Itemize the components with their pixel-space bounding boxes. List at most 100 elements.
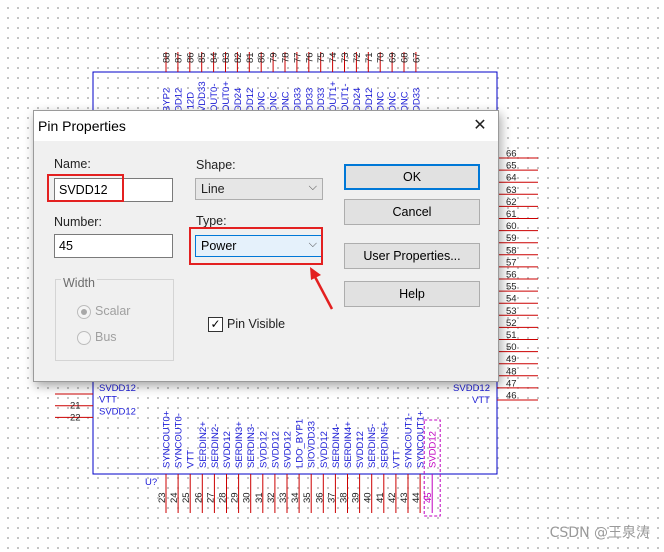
pin-number: 36 — [314, 492, 325, 503]
ok-button[interactable]: OK — [344, 164, 480, 190]
pin-number: 82 — [233, 52, 244, 63]
pin-name: DD12 — [245, 88, 256, 112]
pin-number: 77 — [292, 52, 303, 63]
pin-name: DNC — [388, 91, 399, 112]
pin-number: 76 — [304, 52, 315, 63]
shape-dropdown[interactable]: Line ⌵ — [195, 178, 323, 200]
pin-name: DD33 — [316, 88, 327, 112]
pin-number: 60 — [506, 221, 517, 232]
pin-name: SERDIN3- — [246, 424, 257, 468]
pin-name: SVDD12 — [319, 431, 330, 468]
pin-number: 79 — [269, 52, 280, 63]
pin-number: 69 — [388, 52, 399, 63]
user-properties-button[interactable]: User Properties... — [344, 243, 480, 269]
pin-number: 71 — [364, 52, 375, 63]
pin-number: 28 — [218, 492, 229, 503]
chevron-down-icon: ⌵ — [308, 181, 317, 193]
pin-name: VDD33 — [197, 81, 208, 112]
pin-number: 73 — [340, 52, 351, 63]
pin-number: 23 — [157, 492, 168, 503]
pin-number: 50 — [506, 342, 517, 353]
pin-name: SERDIN4- — [331, 424, 342, 468]
pin-number: 51 — [506, 330, 517, 341]
pin-number: 72 — [352, 52, 363, 63]
pin-number: 30 — [242, 492, 253, 503]
pin-name: OUT0+ — [221, 81, 232, 112]
pin-name: DD33 — [304, 88, 315, 112]
pin-number: 62 — [506, 197, 517, 208]
pin-number: 70 — [376, 52, 387, 63]
pin-number: 35 — [302, 492, 313, 503]
pin-number: 41 — [375, 492, 386, 503]
pin-number: 80 — [257, 52, 268, 63]
shape-label: Shape: — [196, 158, 236, 172]
title-bar[interactable]: Pin Properties ✕ — [34, 111, 498, 141]
pin-number: 38 — [339, 492, 350, 503]
pin-number: 59 — [506, 233, 517, 244]
pin-number: 45 — [423, 492, 434, 503]
pin-number: 37 — [326, 492, 337, 503]
pin-number: 78 — [281, 52, 292, 63]
pin-name: SVDD12 — [258, 431, 269, 468]
pin-number: 56 — [506, 270, 517, 281]
pin-name: DD33 — [411, 88, 422, 112]
pin-number: 75 — [316, 52, 327, 63]
help-button[interactable]: Help — [344, 281, 480, 307]
pin-number: 22 — [70, 412, 81, 423]
pin-number: 49 — [506, 354, 517, 365]
pin-number: 81 — [245, 52, 256, 63]
pin-name: SVDD12 — [283, 431, 294, 468]
scalar-label: Scalar — [95, 304, 131, 318]
pin-number: 67 — [411, 52, 422, 63]
pin-number: 25 — [181, 492, 192, 503]
pin-name: SERDIN2+ — [198, 421, 209, 468]
pin-number: 63 — [506, 185, 517, 196]
pin-name: SVDD12 — [453, 383, 490, 394]
pin-name: DD24 — [352, 88, 363, 112]
pin-number: 54 — [506, 294, 517, 305]
pin-name: SYNCOUT1+ — [416, 410, 427, 468]
pin-number: 39 — [351, 492, 362, 503]
pin-number: 44 — [411, 492, 422, 503]
close-icon[interactable]: ✕ — [468, 115, 492, 137]
number-field[interactable]: 45 — [54, 234, 173, 258]
watermark: CSDN @王泉涛 — [549, 525, 650, 541]
pin-name: OUT1+ — [328, 81, 339, 112]
pin-number: 31 — [254, 492, 265, 503]
pin-number: 66 — [506, 149, 517, 160]
pin-name: DD24 — [233, 88, 244, 112]
pin-name: I12D — [185, 92, 196, 112]
pin-name: SYNCOUT1- — [404, 413, 415, 468]
pin-number: 43 — [399, 492, 410, 503]
pin-number: 68 — [400, 52, 411, 63]
pin-name: SVDD12 — [99, 383, 136, 394]
pin-number: 86 — [185, 52, 196, 63]
pin-name: DNC — [257, 91, 268, 112]
pin-name: SVDD12 — [355, 431, 366, 468]
pin-visible-checkbox[interactable]: ✓ — [208, 317, 223, 332]
pin-name: VTT — [472, 395, 490, 406]
pin-name: OUT0- — [209, 84, 220, 113]
width-group-label: Width — [61, 276, 97, 290]
pin-name: SYNCOUT0+ — [162, 410, 173, 468]
pin-name: DD12 — [364, 88, 375, 112]
scalar-radio[interactable] — [77, 305, 91, 319]
pin-name: DNC — [281, 91, 292, 112]
number-label: Number: — [54, 215, 102, 229]
pin-number: 48 — [506, 366, 517, 377]
pin-number: 84 — [209, 52, 220, 63]
pin-name: SERDIN5- — [367, 424, 378, 468]
pin-number: 87 — [173, 52, 184, 63]
pin-number: 21 — [70, 401, 81, 412]
pin-number: 65 — [506, 161, 517, 172]
pin-number: 53 — [506, 306, 517, 317]
bus-radio[interactable] — [77, 331, 91, 345]
pin-number: 32 — [266, 492, 277, 503]
pin-name: SERDIN2- — [210, 424, 221, 468]
pin-number: 88 — [162, 52, 173, 63]
part-reference: U? — [145, 477, 157, 488]
cancel-button[interactable]: Cancel — [344, 199, 480, 225]
pin-name: SIOVDD33 — [307, 421, 318, 468]
pin-name: SVDD12 — [428, 431, 439, 468]
name-highlight-box — [47, 174, 124, 202]
